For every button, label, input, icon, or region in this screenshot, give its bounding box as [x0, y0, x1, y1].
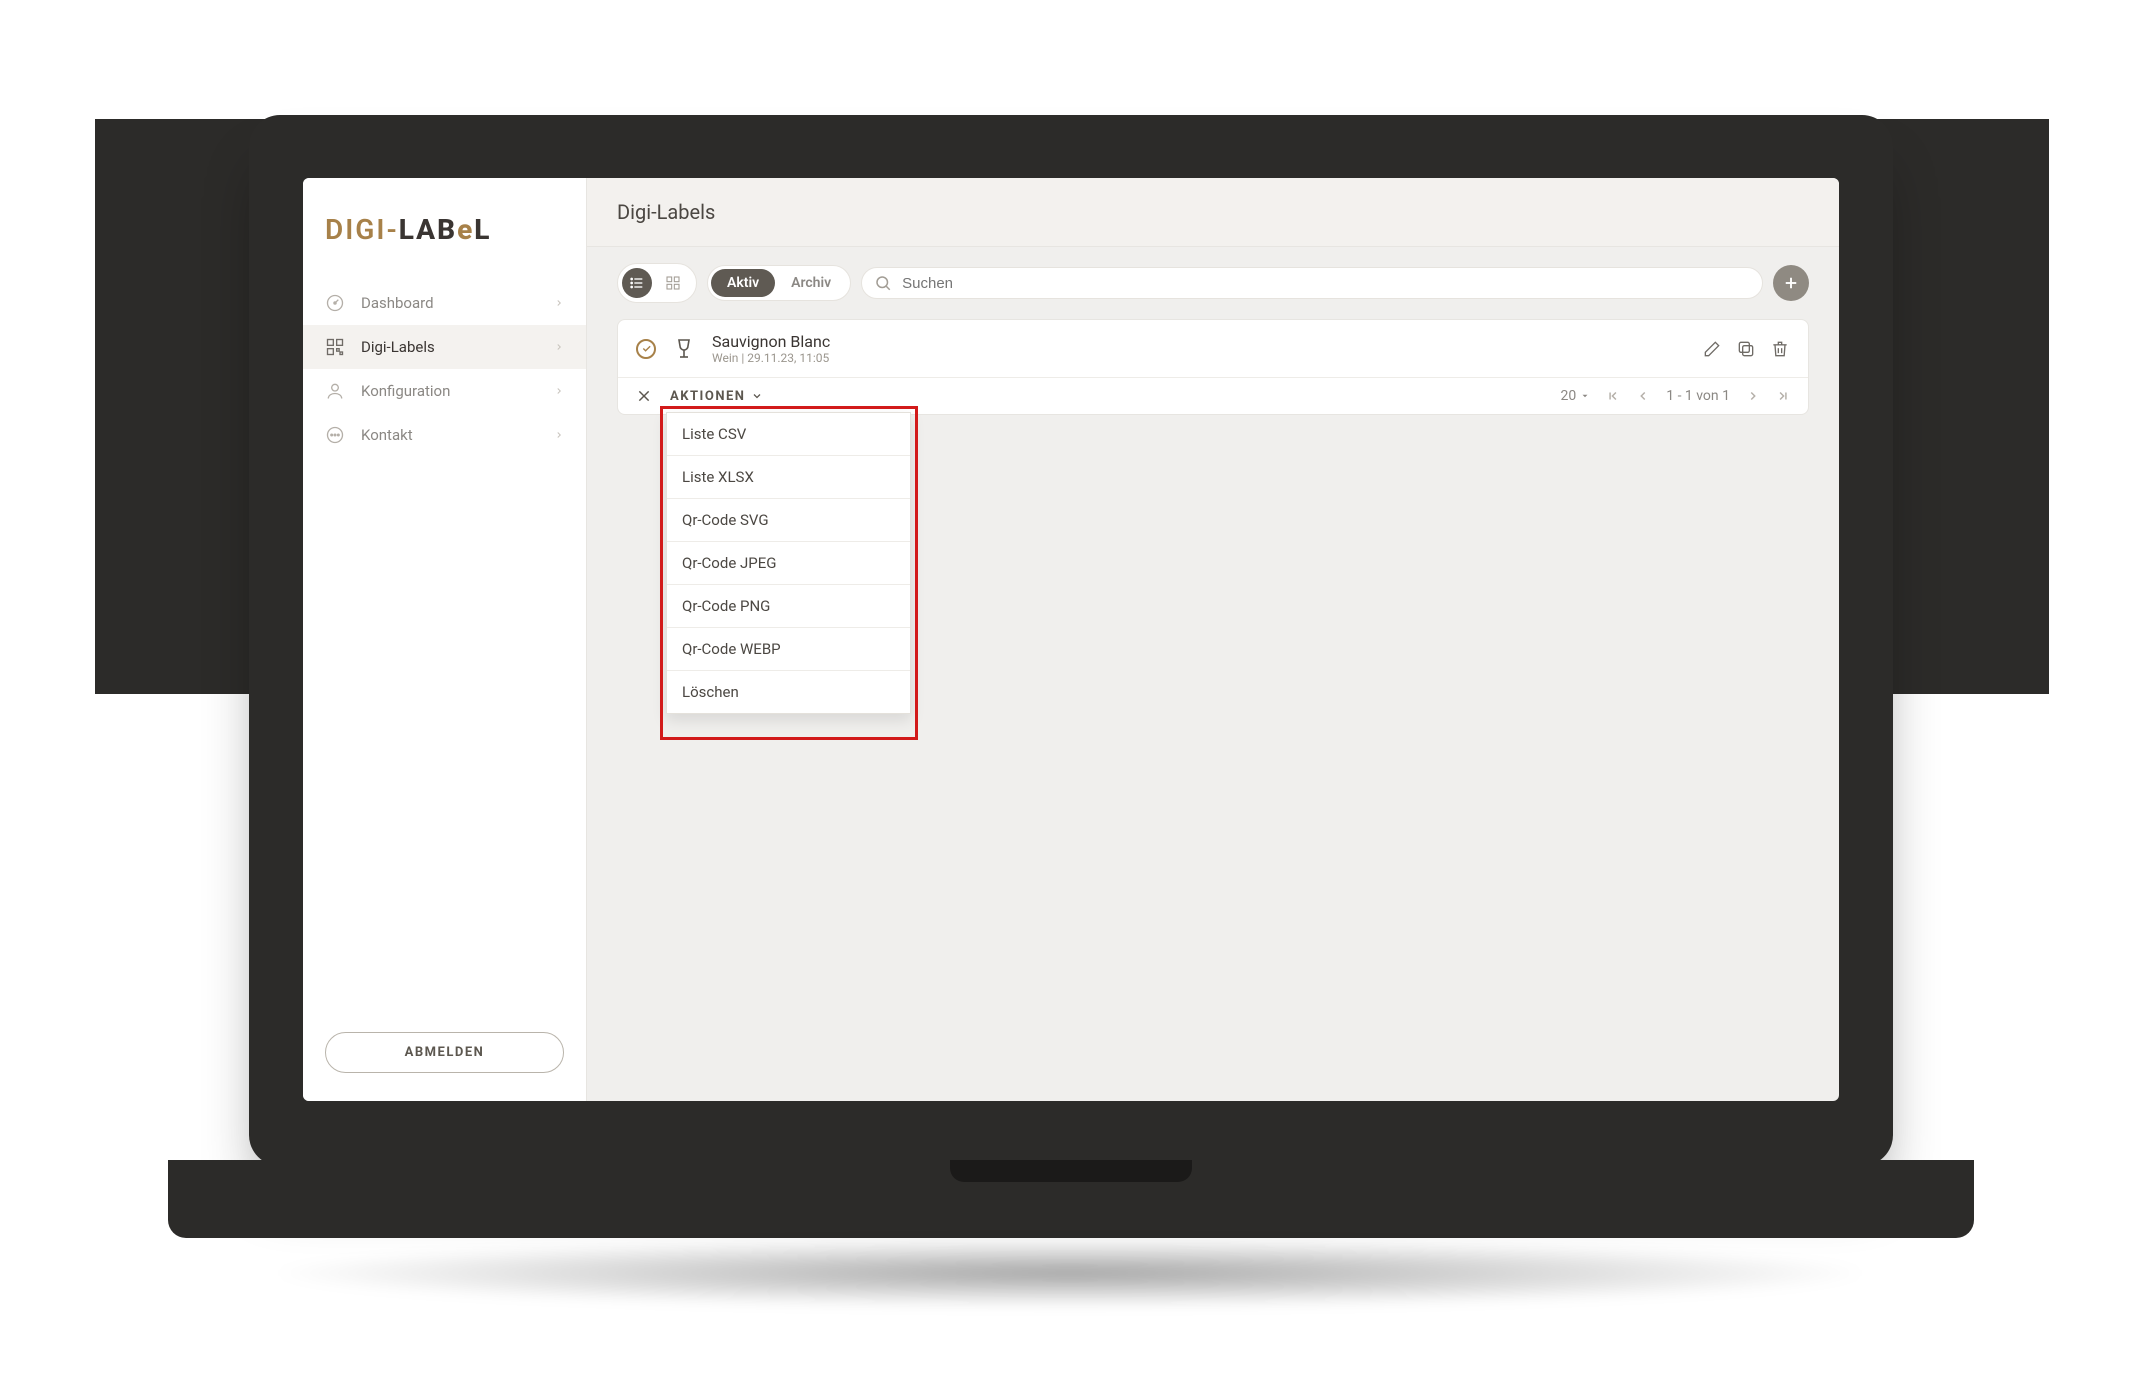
dd-item-liste-csv[interactable]: Liste CSV	[667, 413, 910, 456]
logo-part-lab: LAB	[399, 213, 457, 246]
chat-icon	[325, 425, 345, 445]
aktionen-label: AKTIONEN	[670, 389, 745, 404]
row-actions	[1702, 339, 1790, 359]
close-icon[interactable]	[636, 388, 652, 404]
search-icon	[874, 274, 892, 292]
qr-icon	[325, 337, 345, 357]
main: Digi-Labels Aktiv Archiv	[587, 178, 1839, 1101]
tab-aktiv[interactable]: Aktiv	[711, 269, 775, 297]
sidebar-item-label: Dashboard	[361, 294, 434, 312]
grid-view-button[interactable]	[658, 268, 688, 298]
laptop-shadow	[260, 1238, 1880, 1308]
logo-sep: -	[386, 213, 398, 246]
sidebar-item-label: Digi-Labels	[361, 338, 435, 356]
aktionen-dropdown: Liste CSV Liste XLSX Qr-Code SVG Qr-Code…	[666, 412, 911, 714]
item-card: Sauvignon Blanc Wein | 29.11.23, 11:05	[617, 319, 1809, 415]
sidebar-item-dashboard[interactable]: Dashboard	[303, 281, 586, 325]
dd-item-qr-jpeg[interactable]: Qr-Code JPEG	[667, 542, 910, 585]
laptop-base	[168, 1160, 1974, 1238]
logo-part-l: L	[474, 213, 491, 246]
dd-item-qr-svg[interactable]: Qr-Code SVG	[667, 499, 910, 542]
sidebar-item-label: Kontakt	[361, 426, 413, 444]
laptop-notch	[950, 1160, 1192, 1182]
user-icon	[325, 381, 345, 401]
screen: DIGI-LABeL Dashboard Digi-Labels	[303, 178, 1839, 1101]
logo-part-digi: DIGI	[325, 213, 386, 246]
logo: DIGI-LABeL	[303, 178, 586, 271]
sidebar-item-konfiguration[interactable]: Konfiguration	[303, 369, 586, 413]
sidebar-nav: Dashboard Digi-Labels	[303, 281, 586, 457]
view-switch	[617, 263, 697, 303]
pagination: 20 1 - 1 von 1	[1560, 388, 1790, 404]
page-size-value: 20	[1560, 388, 1576, 404]
logout-button[interactable]: ABMELDEN	[325, 1032, 564, 1073]
logout-label: ABMELDEN	[405, 1045, 485, 1060]
page-info: 1 - 1 von 1	[1666, 388, 1730, 404]
item-subtitle: Wein | 29.11.23, 11:05	[712, 351, 830, 365]
logo-part-e: e	[457, 213, 474, 246]
sidebar-spacer	[303, 457, 586, 1032]
status-filter: Aktiv Archiv	[707, 265, 851, 301]
page-first-icon[interactable]	[1606, 389, 1620, 403]
sidebar-item-digi-labels[interactable]: Digi-Labels	[303, 325, 586, 369]
search-input[interactable]	[902, 275, 1750, 292]
list-view-button[interactable]	[622, 268, 652, 298]
status-check-icon	[636, 339, 656, 359]
trash-icon[interactable]	[1770, 339, 1790, 359]
page-size-select[interactable]: 20	[1560, 388, 1590, 404]
page-last-icon[interactable]	[1776, 389, 1790, 403]
copy-icon[interactable]	[1736, 339, 1756, 359]
laptop-frame: DIGI-LABeL Dashboard Digi-Labels	[249, 115, 1893, 1166]
dd-item-qr-png[interactable]: Qr-Code PNG	[667, 585, 910, 628]
page-prev-icon[interactable]	[1636, 389, 1650, 403]
page-title: Digi-Labels	[587, 178, 1839, 247]
aktionen-button[interactable]: AKTIONEN	[670, 389, 763, 404]
chevron-down-icon	[751, 390, 763, 402]
wine-glass-icon	[672, 337, 696, 361]
chevron-right-icon	[554, 386, 564, 396]
chevron-right-icon	[554, 298, 564, 308]
dd-item-liste-xlsx[interactable]: Liste XLSX	[667, 456, 910, 499]
dd-item-loeschen[interactable]: Löschen	[667, 671, 910, 713]
gauge-icon	[325, 293, 345, 313]
page-next-icon[interactable]	[1746, 389, 1760, 403]
sidebar: DIGI-LABeL Dashboard Digi-Labels	[303, 178, 587, 1101]
search-field[interactable]	[861, 267, 1763, 299]
caret-down-icon	[1580, 391, 1590, 401]
tab-archiv[interactable]: Archiv	[775, 269, 847, 297]
dd-item-qr-webp[interactable]: Qr-Code WEBP	[667, 628, 910, 671]
edit-icon[interactable]	[1702, 339, 1722, 359]
sidebar-item-kontakt[interactable]: Kontakt	[303, 413, 586, 457]
add-button[interactable]	[1773, 265, 1809, 301]
sidebar-item-label: Konfiguration	[361, 382, 450, 400]
card-footer: AKTIONEN 20 1 -	[618, 377, 1808, 414]
list-item[interactable]: Sauvignon Blanc Wein | 29.11.23, 11:05	[618, 320, 1808, 377]
item-title: Sauvignon Blanc	[712, 332, 830, 351]
chevron-right-icon	[554, 430, 564, 440]
toolbar: Aktiv Archiv	[587, 247, 1839, 319]
item-text: Sauvignon Blanc Wein | 29.11.23, 11:05	[712, 332, 830, 365]
chevron-right-icon	[554, 342, 564, 352]
